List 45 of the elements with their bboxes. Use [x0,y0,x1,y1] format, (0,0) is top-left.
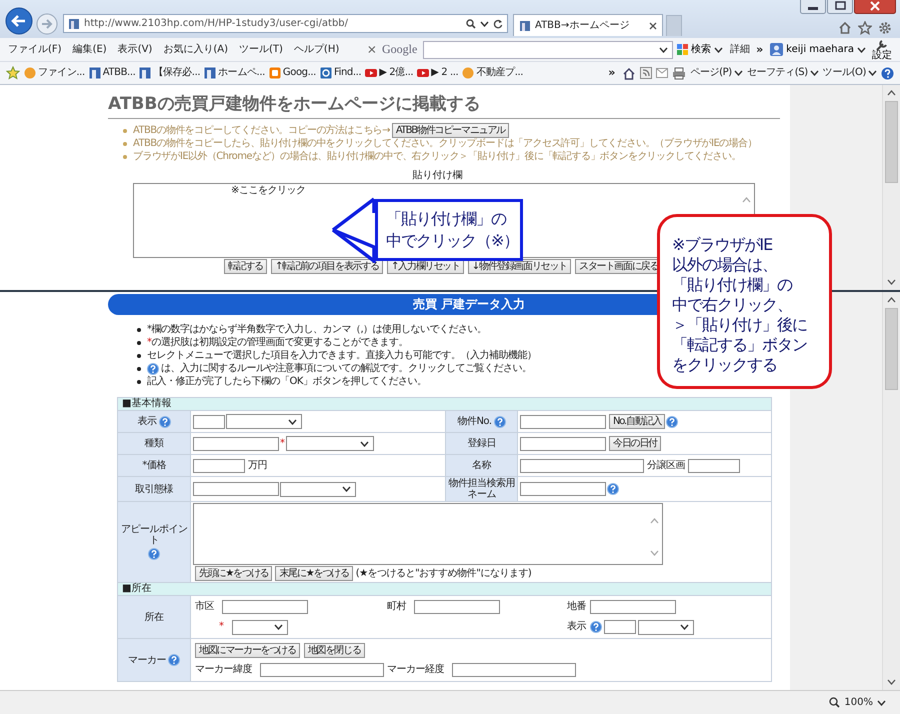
field-text: マーカー経度 [387,664,444,676]
field-label: 所在 [144,612,164,622]
toolbar-logo: Google [382,42,418,57]
required-mark: * [147,336,152,348]
note-text: の選択肢は初期設定の管理画面で変更することができます。 [152,336,408,348]
callout-text: ※ブラウザがIE [672,235,774,255]
field-label: 物件担当検索用ネーム [448,478,515,500]
instruction-text: ブラウザがIE以外（Chromeなど）の場合は、貼り付け欄の中で、右クリック＞「貼り付け」後に「転記する」ボタンをクリックしてください。 [133,150,741,162]
required-mark: * [280,438,285,450]
section-title: ■基本情報 [118,398,772,410]
paste-label: 貼り付け欄 [412,170,464,182]
instruction-text: ATBBの物件をコピーしてください。コピーの方法はこちら→ [133,124,390,136]
note-text: は、入力に関するルールや注意事項についての解説です。クリックしてご覧ください。 [161,362,532,374]
callout-text: ＞「貼り付け」後に [672,315,808,335]
field-text: マーカー緯度 [195,664,252,676]
instruction-text: ATBBの物件をコピーしたら、貼り付け欄の中をクリックしてください。クリップボードは「アクセス許可」してください。（ブラウザがIEの場合） [133,138,757,150]
section-title: ■所在 [118,582,772,596]
field-label: 名称 [472,460,491,471]
field-label: 表示 [138,416,156,427]
field-label: *価格 [142,460,166,471]
field-text: 町村 [387,601,406,613]
field-text: 表示 [567,621,586,633]
field-text: (★をつけると"おすすめ物件"になります) [356,568,532,580]
field-text: 地番 [567,601,586,613]
field-text: 市区 [195,601,214,613]
field-label: 種類 [144,438,164,449]
field-text: 万円 [248,460,267,472]
callout-text: 中で右クリック、 [672,295,793,315]
field-label: 取引態様 [135,484,173,494]
note-text: 記入・修正が完了したら下欄の「OK」ボタンを押してください。 [147,376,426,388]
page-title: ATBBの売買戸建物件をホームページに掲載する [108,93,780,119]
field-label: 物件No. [457,416,492,427]
callout-text: 以外の場合は、 [672,255,778,275]
callout-text: 中でクリック（※） [386,230,520,252]
callout-text: 「貼り付け欄」の [672,275,794,295]
callout-text: 「貼り付け欄」の [386,208,508,230]
field-label: 登録日 [467,438,496,449]
field-label: アピールポイント [120,524,188,546]
callout-text: 「転記する」ボタン [672,335,808,355]
field-text: 分譲区画 [647,460,685,472]
required-mark: * [219,621,224,633]
field-label: マーカー [128,654,166,666]
note-text: *欄の数字はかならず半角数字で入力し、カンマ（,）は使用しないでください。 [147,324,487,336]
callout-text: をクリックする [672,355,778,375]
note-text: セレクトメニューで選択した項目を入力できます。直接入力も可能です。（入力補助機能） [147,350,536,362]
